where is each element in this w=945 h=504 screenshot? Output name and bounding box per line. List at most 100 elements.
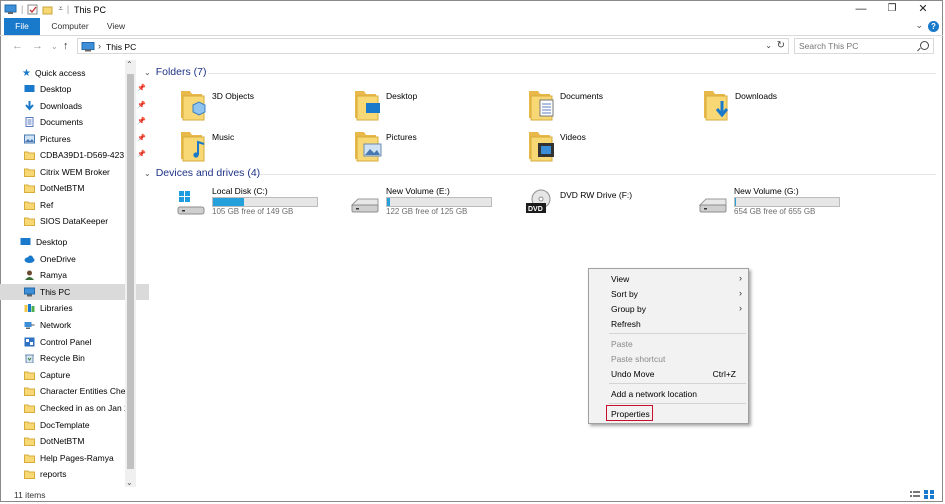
folder-icon bbox=[24, 184, 35, 194]
menu-item-add-network-location[interactable]: Add a network location bbox=[611, 389, 697, 399]
folder-item[interactable]: 3D Objects bbox=[180, 87, 350, 127]
nav-item-label: Network bbox=[40, 320, 72, 330]
folder-label: Downloads bbox=[735, 91, 778, 101]
folder-icon bbox=[24, 470, 35, 480]
pin-icon[interactable]: 📌 bbox=[137, 84, 146, 92]
title-bar: | ⩡ | This PC — ❐ ✕ bbox=[0, 0, 943, 18]
nav-item-label: Pictures bbox=[40, 133, 71, 144]
nav-item-label: reports bbox=[40, 469, 67, 480]
drive-item[interactable]: New Volume (G:) 654 GB free of 655 GB bbox=[698, 186, 868, 220]
desktop-folder-icon bbox=[355, 91, 380, 121]
folder-icon bbox=[24, 454, 35, 463]
restore-button[interactable]: ❐ bbox=[884, 3, 900, 15]
folder-item[interactable]: Music bbox=[180, 128, 350, 168]
breadcrumb-this-pc[interactable]: This PC bbox=[106, 42, 136, 52]
forward-arrow-icon[interactable]: → bbox=[32, 40, 43, 52]
folder-icon bbox=[24, 387, 35, 397]
menu-item-paste-shortcut: Paste shortcut bbox=[611, 354, 666, 364]
submenu-arrow-icon: › bbox=[739, 303, 742, 313]
folder-icon bbox=[24, 201, 35, 210]
nav-item-label: Capture bbox=[40, 369, 71, 380]
desktop-blue-icon bbox=[20, 238, 31, 245]
desktop-blue-icon bbox=[24, 85, 35, 92]
up-arrow-icon[interactable]: ↑ bbox=[63, 40, 69, 52]
folder-item[interactable]: Pictures bbox=[354, 128, 524, 168]
search-input[interactable] bbox=[799, 40, 909, 52]
drive-free-space: 105 GB free of 149 GB bbox=[212, 207, 294, 216]
pin-icon[interactable]: 📌 bbox=[137, 134, 146, 142]
documents-folder-icon bbox=[529, 91, 554, 121]
pin-icon[interactable]: 📌 bbox=[137, 101, 146, 109]
drive-usage-fill bbox=[387, 198, 391, 206]
help-icon[interactable]: ? bbox=[928, 21, 939, 32]
drive-item[interactable]: New Volume (E:) 122 GB free of 125 GB bbox=[350, 186, 520, 220]
collapse-chevron-icon[interactable]: ⌄ bbox=[144, 68, 151, 77]
folder-item[interactable]: Desktop bbox=[354, 87, 524, 127]
nav-item-label: Citrix WEM Broker bbox=[40, 166, 110, 177]
drives-heading: Devices and drives (4) bbox=[155, 167, 261, 179]
menu-item-undo-move[interactable]: Undo Move bbox=[611, 369, 654, 379]
menu-item-view[interactable]: View bbox=[611, 274, 629, 284]
status-item-count: 11 items bbox=[14, 490, 46, 500]
nav-item-label: Help Pages-Ramya bbox=[40, 452, 114, 463]
menu-item-sort-by[interactable]: Sort by bbox=[611, 289, 638, 299]
pictures-icon bbox=[24, 134, 35, 144]
nav-item-label: DocTemplate bbox=[40, 419, 90, 430]
drive-usage-fill bbox=[213, 198, 245, 206]
drive-free-space: 654 GB free of 655 GB bbox=[734, 207, 816, 216]
search-icon[interactable] bbox=[920, 41, 929, 50]
this-pc-icon bbox=[24, 287, 35, 297]
menu-item-properties[interactable]: Properties bbox=[611, 409, 650, 419]
scroll-down-chevron-icon[interactable]: ⌄ bbox=[126, 478, 133, 487]
this-pc-icon bbox=[4, 4, 17, 14]
folder-icon bbox=[24, 421, 35, 430]
tab-file[interactable]: File bbox=[4, 18, 40, 35]
address-dropdown-chevron-icon[interactable]: ⌄ bbox=[765, 41, 772, 50]
nav-item-label: SIOS DataKeeper bbox=[40, 216, 109, 227]
menu-item-refresh[interactable]: Refresh bbox=[611, 319, 641, 329]
drive-name: Local Disk (C:) bbox=[212, 186, 268, 196]
nav-item-label: DotNetBTM bbox=[40, 436, 85, 447]
folder-item[interactable]: Documents bbox=[528, 87, 698, 127]
search-box[interactable] bbox=[794, 38, 934, 54]
nav-item-label: Desktop bbox=[40, 84, 72, 94]
tab-view[interactable]: View bbox=[100, 18, 132, 35]
expand-ribbon-chevron-icon[interactable]: ⌄ bbox=[915, 20, 923, 31]
tab-computer[interactable]: Computer bbox=[46, 18, 94, 35]
group-divider bbox=[260, 174, 936, 175]
refresh-icon[interactable]: ↻ bbox=[777, 40, 785, 51]
drive-item[interactable]: Local Disk (C:) 105 GB free of 149 GB bbox=[176, 186, 346, 220]
new-folder-icon[interactable] bbox=[42, 4, 53, 15]
music-folder-icon bbox=[181, 132, 205, 162]
customize-toolbar-chevron-icon[interactable]: ⩡ bbox=[58, 4, 63, 14]
nav-item[interactable]: Desktop bbox=[0, 234, 145, 250]
drive-item[interactable]: DVD DVD RW Drive (F:) bbox=[524, 186, 694, 220]
details-view-icon[interactable] bbox=[910, 490, 920, 499]
folder-icon bbox=[24, 437, 35, 447]
quick-access-toolbar: | ⩡ | bbox=[4, 3, 69, 15]
onedrive-cloud-icon bbox=[24, 255, 35, 263]
nav-pane-scrollbar[interactable]: ⌃ ⌄ bbox=[125, 60, 136, 487]
large-icons-view-icon[interactable] bbox=[924, 490, 934, 499]
scrollbar-thumb[interactable] bbox=[127, 74, 134, 469]
back-arrow-icon[interactable]: ← bbox=[12, 40, 23, 52]
scroll-up-chevron-icon[interactable]: ⌃ bbox=[126, 60, 133, 69]
nav-item-label: Recycle Bin bbox=[40, 353, 85, 364]
properties-check-icon[interactable] bbox=[27, 4, 38, 15]
breadcrumb-separator-icon[interactable]: › bbox=[98, 41, 101, 51]
folder-item[interactable]: Downloads bbox=[703, 87, 873, 127]
folder-item[interactable]: Videos bbox=[528, 128, 698, 168]
menu-item-group-by[interactable]: Group by bbox=[611, 304, 646, 314]
close-button[interactable]: ✕ bbox=[915, 3, 931, 15]
collapse-chevron-icon[interactable]: ⌄ bbox=[144, 169, 151, 178]
drive-usage-bar bbox=[386, 197, 492, 207]
address-bar[interactable]: › This PC ⌄ ↻ bbox=[77, 38, 789, 54]
nav-item-label: Ramya bbox=[40, 270, 67, 281]
minimize-button[interactable]: — bbox=[853, 3, 869, 15]
pin-icon[interactable]: 📌 bbox=[137, 117, 146, 125]
pin-icon[interactable]: 📌 bbox=[137, 150, 146, 158]
drives-group-header[interactable]: ⌄ Devices and drives (4) bbox=[144, 167, 260, 179]
recent-locations-chevron-icon[interactable]: ⌄ bbox=[51, 42, 58, 51]
drive-name: New Volume (E:) bbox=[386, 186, 450, 196]
folders-group-header[interactable]: ⌄ Folders (7) bbox=[144, 66, 206, 78]
